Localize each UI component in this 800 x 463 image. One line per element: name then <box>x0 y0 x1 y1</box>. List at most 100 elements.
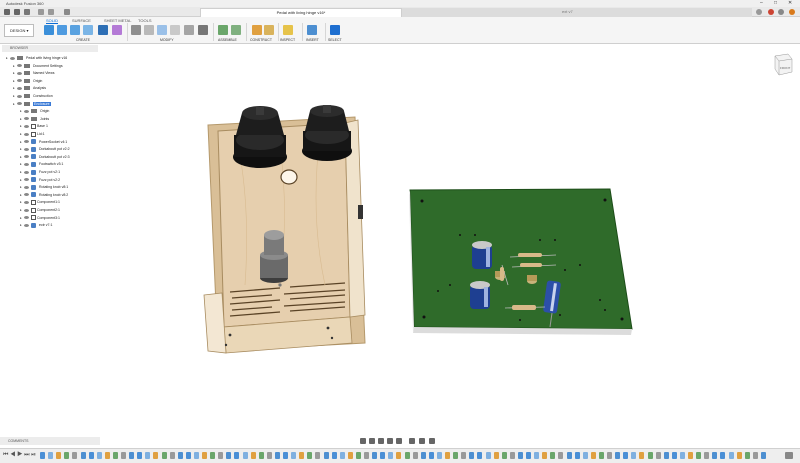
timeline-feature-icon[interactable] <box>469 452 475 459</box>
visibility-eye-icon[interactable] <box>24 178 29 182</box>
timeline-feature-icon[interactable] <box>712 452 718 459</box>
file-menu-icon[interactable] <box>14 9 20 15</box>
timeline-feature-icon[interactable] <box>623 452 629 459</box>
pattern-icon[interactable] <box>98 25 108 35</box>
group-inspect[interactable]: INSPECT <box>280 38 295 42</box>
visibility-eye-icon[interactable] <box>24 208 29 212</box>
as-built-joint-icon[interactable] <box>231 25 241 35</box>
timeline-feature-icon[interactable] <box>696 452 702 459</box>
timeline-feature-icon[interactable] <box>688 452 693 459</box>
visibility-eye-icon[interactable] <box>10 56 15 60</box>
timeline-feature-icon[interactable] <box>412 452 418 459</box>
timeline-feature-icon[interactable] <box>121 452 126 459</box>
press-pull-icon[interactable] <box>131 25 141 35</box>
viewport-canvas[interactable] <box>160 95 660 365</box>
view-cube-icon[interactable]: FRONT <box>772 50 794 80</box>
timeline-feature-icon[interactable] <box>48 452 54 459</box>
timeline-feature-icon[interactable] <box>372 452 378 459</box>
timeline-feature-icon[interactable] <box>461 452 467 459</box>
comments-panel[interactable]: COMMENTS <box>0 437 100 445</box>
timeline-feature-icon[interactable] <box>736 452 742 459</box>
timeline-feature-icon[interactable] <box>202 452 207 459</box>
timeline-feature-icon[interactable] <box>323 452 329 459</box>
timeline-feature-icon[interactable] <box>364 452 369 459</box>
timeline-feature-icon[interactable] <box>477 452 483 459</box>
timeline-feature-icon[interactable] <box>242 452 248 459</box>
visibility-eye-icon[interactable] <box>24 124 29 128</box>
timeline-feature-icon[interactable] <box>299 452 305 459</box>
timeline-feature-icon[interactable] <box>760 452 766 459</box>
view-cube[interactable]: FRONT <box>772 50 794 80</box>
timeline-feature-icon[interactable] <box>671 452 677 459</box>
group-construct[interactable]: CONSTRUCT <box>250 38 272 42</box>
visibility-eye-icon[interactable] <box>24 109 29 113</box>
visibility-eye-icon[interactable] <box>24 132 29 136</box>
timeline-feature-icon[interactable] <box>428 452 434 459</box>
move-icon[interactable] <box>198 25 208 35</box>
timeline-feature-icon[interactable] <box>404 452 410 459</box>
visibility-eye-icon[interactable] <box>24 155 29 159</box>
timeline-feature-icon[interactable] <box>453 452 459 459</box>
timeline-feature-icon[interactable] <box>534 452 540 459</box>
group-modify[interactable]: MODIFY <box>160 38 174 42</box>
timeline-feature-icon[interactable] <box>347 452 353 459</box>
tab-other-document[interactable]: ext v7 <box>402 8 752 17</box>
timeline-feature-icon[interactable] <box>40 452 45 459</box>
timeline-feature-icon[interactable] <box>485 452 491 459</box>
redo-icon[interactable] <box>48 9 54 15</box>
timeline-feature-icon[interactable] <box>396 452 402 459</box>
timeline-feature-icon[interactable] <box>169 452 175 459</box>
pcb-board[interactable] <box>409 188 633 335</box>
visibility-eye-icon[interactable] <box>24 162 29 166</box>
display-settings-icon[interactable] <box>409 438 415 444</box>
group-create[interactable]: CREATE <box>76 38 90 42</box>
app-menu-icon[interactable] <box>4 9 10 15</box>
timeline-feature-icon[interactable] <box>647 452 653 459</box>
visibility-eye-icon[interactable] <box>24 117 29 121</box>
help-icon[interactable] <box>778 9 784 15</box>
timeline-feature-icon[interactable] <box>331 452 337 459</box>
timeline-feature-icon[interactable] <box>137 452 143 459</box>
combine-icon[interactable] <box>170 25 180 35</box>
timeline-feature-icon[interactable] <box>88 452 94 459</box>
timeline-feature-icon[interactable] <box>56 452 62 459</box>
timeline-feature-icon[interactable] <box>104 452 110 459</box>
timeline-feature-icon[interactable] <box>615 452 621 459</box>
timeline-feature-icon[interactable] <box>129 452 135 459</box>
revolve-icon[interactable] <box>83 25 93 35</box>
timeline-feature-icon[interactable] <box>493 452 499 459</box>
timeline-feature-icon[interactable] <box>145 452 151 459</box>
timeline-feature-icon[interactable] <box>266 452 272 459</box>
offset-plane-icon[interactable] <box>252 25 262 35</box>
timeline-feature-icon[interactable] <box>355 452 361 459</box>
rotating-knob-left[interactable] <box>233 106 287 168</box>
timeline-feature-icon[interactable] <box>258 452 264 459</box>
visibility-eye-icon[interactable] <box>24 193 29 197</box>
timeline-feature-icon[interactable] <box>558 452 564 459</box>
timeline-feature-icon[interactable] <box>161 452 167 459</box>
close-icon[interactable]: ✕ <box>788 0 792 6</box>
notifications-icon[interactable] <box>768 9 774 15</box>
timeline-controls[interactable]: ⏮ ◀ ▶ ⏭ ⏯ <box>3 452 36 459</box>
create-sketch-icon[interactable] <box>57 25 67 35</box>
visibility-eye-icon[interactable] <box>17 64 22 68</box>
timeline-feature-icon[interactable] <box>598 452 604 459</box>
timeline-feature-icon[interactable] <box>339 452 345 459</box>
visibility-eye-icon[interactable] <box>24 147 29 151</box>
timeline-feature-icon[interactable] <box>728 452 734 459</box>
timeline-feature-icon[interactable] <box>315 452 321 459</box>
group-select[interactable]: SELECT <box>328 38 342 42</box>
visibility-eye-icon[interactable] <box>17 86 22 90</box>
grid-settings-icon[interactable] <box>419 438 425 444</box>
user-avatar[interactable] <box>789 9 795 15</box>
tab-tools[interactable]: TOOLS <box>138 18 152 23</box>
timeline-feature-icon[interactable] <box>501 452 507 459</box>
zoom-icon[interactable] <box>387 438 393 444</box>
timeline-feature-icon[interactable] <box>420 452 426 459</box>
group-assemble[interactable]: ASSEMBLE <box>218 38 237 42</box>
minimize-icon[interactable]: – <box>760 0 763 6</box>
new-component-icon[interactable] <box>44 25 54 35</box>
data-panel-icon[interactable] <box>64 9 70 15</box>
look-at-icon[interactable] <box>369 438 375 444</box>
tab-solid[interactable]: SOLID <box>46 18 59 24</box>
